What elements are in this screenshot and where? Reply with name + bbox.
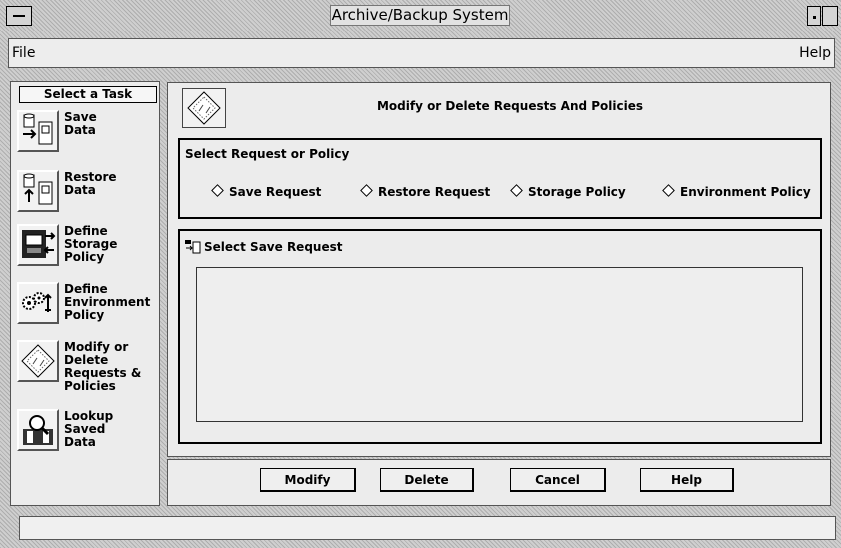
group-title: Select Request or Policy: [185, 147, 350, 161]
storage-policy-icon[interactable]: [17, 224, 59, 266]
radio-storage-policy[interactable]: Storage Policy: [510, 184, 626, 199]
main-panel: Modify or Delete Requests And Policies S…: [167, 82, 831, 457]
radio-diamond-icon: [211, 184, 224, 197]
menu-bar: File Help: [8, 38, 835, 68]
status-bar: [19, 516, 836, 540]
select-request-policy-group: Select Request or Policy Save Request Re…: [178, 138, 822, 219]
save-request-list[interactable]: [196, 267, 803, 422]
list-title: Select Save Request: [204, 240, 343, 254]
task-define-environment-policy-label: Define Environment Policy: [64, 282, 151, 322]
task-lookup-saved-data-label: Lookup Saved Data: [64, 409, 114, 449]
restore-data-icon[interactable]: [17, 170, 59, 212]
radio-diamond-icon: [510, 184, 523, 197]
button-row: Modify Delete Cancel Help: [167, 459, 831, 506]
task-lookup-saved-data[interactable]: Lookup Saved Data: [17, 409, 159, 467]
save-request-icon: [185, 239, 201, 254]
delete-button[interactable]: Delete: [380, 468, 474, 492]
menu-help[interactable]: Help: [799, 45, 831, 61]
cancel-button[interactable]: Cancel: [510, 468, 606, 492]
task-save-data[interactable]: Save Data: [17, 110, 159, 168]
help-button[interactable]: Help: [640, 468, 734, 492]
radio-environment-policy[interactable]: Environment Policy: [662, 184, 811, 199]
radio-restore-request[interactable]: Restore Request: [360, 184, 490, 199]
menu-file[interactable]: File: [12, 45, 35, 61]
title-bar[interactable]: Archive/Backup System: [0, 0, 841, 31]
task-define-storage-policy-label: Define Storage Policy: [64, 224, 118, 264]
task-panel: Select a Task Save Data Restore Data Def…: [10, 81, 160, 506]
task-define-environment-policy[interactable]: Define Environment Policy: [17, 282, 159, 340]
lookup-data-icon[interactable]: [17, 409, 59, 451]
task-define-storage-policy[interactable]: Define Storage Policy: [17, 224, 159, 282]
maximize-button[interactable]: [822, 6, 838, 26]
radio-save-request[interactable]: Save Request: [211, 184, 321, 199]
task-restore-data-label: Restore Data: [64, 170, 117, 197]
modify-delete-icon[interactable]: [17, 340, 59, 382]
task-restore-data[interactable]: Restore Data: [17, 170, 159, 228]
page-title: Modify or Delete Requests And Policies: [376, 99, 644, 113]
task-panel-header: Select a Task: [19, 86, 157, 103]
task-modify-delete-label: Modify or Delete Requests & Policies: [64, 340, 142, 393]
modify-button[interactable]: Modify: [260, 468, 356, 492]
window-title: Archive/Backup System: [330, 5, 510, 26]
radio-diamond-icon: [360, 184, 373, 197]
environment-policy-icon[interactable]: [17, 282, 59, 324]
task-save-data-label: Save Data: [64, 110, 97, 137]
task-modify-delete[interactable]: Modify or Delete Requests & Policies: [17, 340, 159, 398]
minimize-button[interactable]: [807, 6, 821, 26]
save-request-list-group: Select Save Request: [178, 229, 822, 444]
save-data-icon[interactable]: [17, 110, 59, 152]
radio-diamond-icon: [662, 184, 675, 197]
window-menu-button[interactable]: [6, 6, 32, 26]
